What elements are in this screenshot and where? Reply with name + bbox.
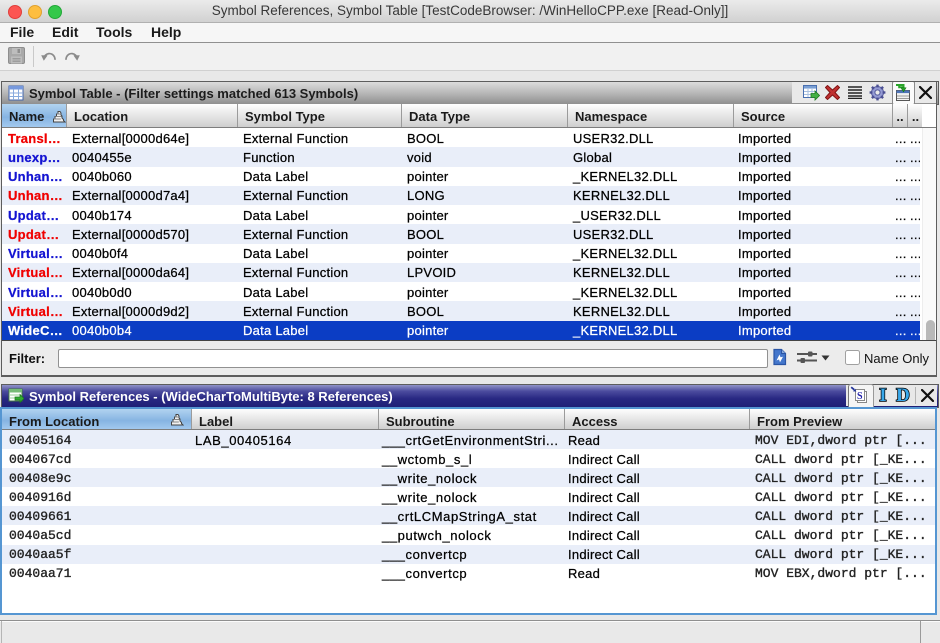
svg-text:S: S [857,391,863,402]
svg-text:I: I [879,385,886,406]
svg-text:D: D [896,385,910,406]
